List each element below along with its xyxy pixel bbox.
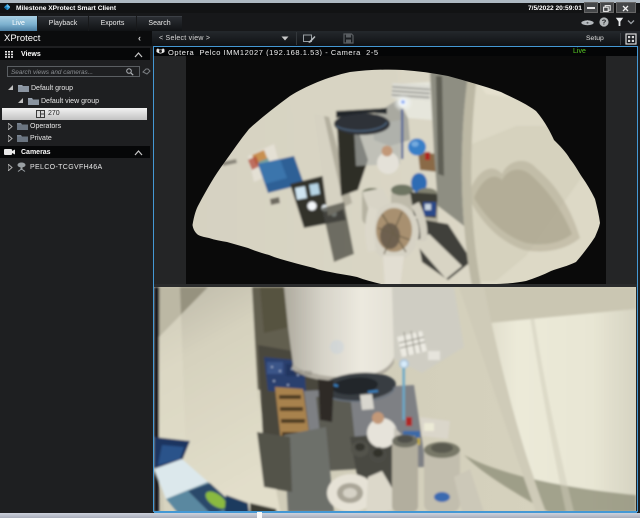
svg-text:?: ? (602, 18, 607, 27)
svg-text:PELCO: PELCO (295, 371, 312, 377)
